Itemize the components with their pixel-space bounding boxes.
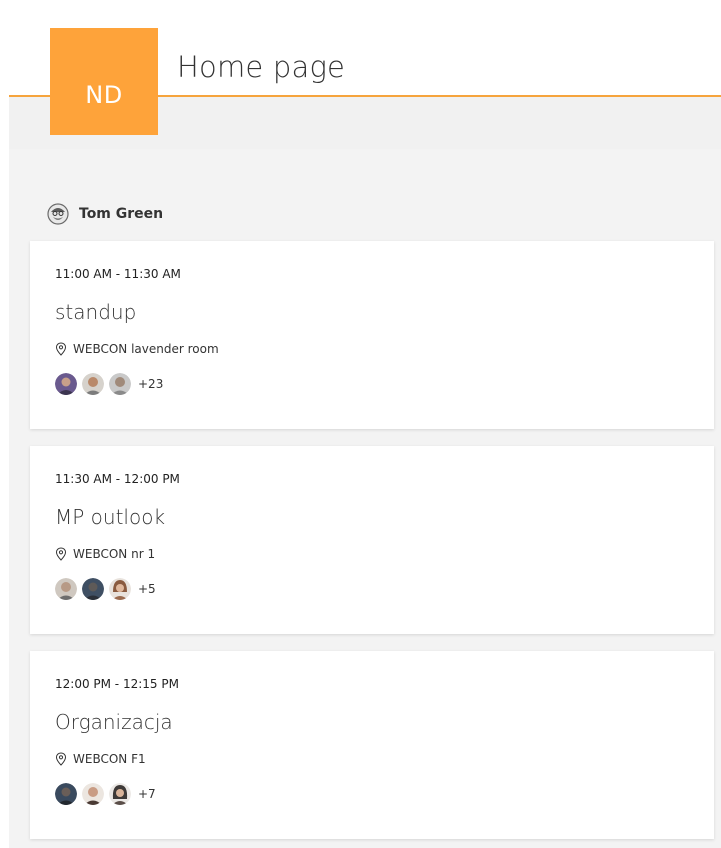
attendee-list: +7 (55, 783, 156, 805)
meeting-time: 11:00 AM - 11:30 AM (55, 267, 181, 281)
more-attendees-count[interactable]: +5 (138, 582, 156, 596)
meeting-title[interactable]: Organizacja (55, 710, 173, 734)
site-logo-text: ND (85, 81, 123, 109)
attendee-avatar[interactable] (109, 373, 131, 395)
attendee-avatar[interactable] (82, 578, 104, 600)
meeting-title[interactable]: MP outlook (55, 505, 165, 529)
meeting-time: 11:30 AM - 12:00 PM (55, 472, 180, 486)
page-frame: ND Home page Tom Green 11:00 AM - 11:30 … (9, 8, 721, 848)
location-pin-icon (55, 547, 67, 561)
attendee-avatar[interactable] (109, 783, 131, 805)
more-attendees-count[interactable]: +23 (138, 377, 163, 391)
attendee-avatar[interactable] (55, 373, 77, 395)
meeting-location-text: WEBCON lavender room (73, 342, 219, 356)
meeting-card[interactable]: 11:00 AM - 11:30 AM standup WEBCON laven… (30, 241, 714, 429)
meeting-location-text: WEBCON F1 (73, 752, 146, 766)
site-logo[interactable]: ND (50, 28, 158, 135)
person-name[interactable]: Tom Green (79, 206, 163, 222)
meeting-card[interactable]: 12:00 PM - 12:15 PM Organizacja WEBCON F… (30, 651, 714, 839)
attendee-avatar[interactable] (55, 783, 77, 805)
meeting-title[interactable]: standup (55, 300, 136, 324)
attendee-avatar[interactable] (82, 783, 104, 805)
meeting-location: WEBCON nr 1 (55, 547, 155, 561)
location-pin-icon (55, 752, 67, 766)
person-header: Tom Green (47, 203, 163, 225)
page-title: Home page (177, 50, 346, 84)
meeting-card[interactable]: 11:30 AM - 12:00 PM MP outlook WEBCON nr… (30, 446, 714, 634)
meeting-location: WEBCON F1 (55, 752, 146, 766)
attendee-avatar[interactable] (82, 373, 104, 395)
more-attendees-count[interactable]: +7 (138, 787, 156, 801)
location-pin-icon (55, 342, 67, 356)
person-avatar-icon (47, 203, 69, 225)
meeting-time: 12:00 PM - 12:15 PM (55, 677, 179, 691)
meeting-location: WEBCON lavender room (55, 342, 219, 356)
attendee-avatar[interactable] (109, 578, 131, 600)
attendee-list: +5 (55, 578, 156, 600)
meeting-location-text: WEBCON nr 1 (73, 547, 156, 561)
attendee-avatar[interactable] (55, 578, 77, 600)
attendee-list: +23 (55, 373, 163, 395)
